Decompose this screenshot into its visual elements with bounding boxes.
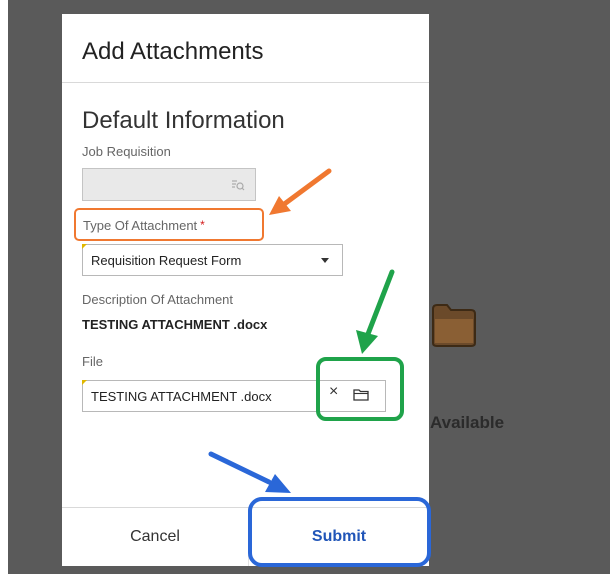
file-field: TESTING ATTACHMENT .docx × [82,380,386,412]
lookup-icon [232,180,245,191]
type-of-attachment-value: Requisition Request Form [91,253,242,268]
file-label: File [82,354,103,369]
submit-button[interactable]: Submit [248,508,429,566]
type-of-attachment-label: Type Of Attachment * [83,218,205,233]
required-marker: * [200,218,205,232]
type-of-attachment-label-text: Type Of Attachment [83,218,198,233]
description-value: TESTING ATTACHMENT .docx [82,317,268,332]
type-of-attachment-select[interactable]: Requisition Request Form [82,244,343,276]
clear-icon[interactable]: × [329,383,338,401]
folder-illustration [432,304,476,347]
cancel-button[interactable]: Cancel [62,508,248,566]
empty-state-text: Available [430,413,505,432]
section-title: Default Information [82,107,285,134]
job-requisition-field [82,168,256,201]
field-indicator [82,244,87,249]
folder-icon[interactable] [353,388,369,401]
job-requisition-label: Job Requisition [82,144,171,159]
description-label: Description Of Attachment [82,292,234,307]
add-attachments-dialog: Add Attachments Default Information Job … [62,14,429,566]
dialog-footer: Cancel Submit [62,507,429,566]
field-indicator [82,380,87,385]
dialog-title: Add Attachments [62,14,429,83]
dropdown-arrow-icon [321,258,329,263]
file-name-value: TESTING ATTACHMENT .docx [91,389,272,404]
